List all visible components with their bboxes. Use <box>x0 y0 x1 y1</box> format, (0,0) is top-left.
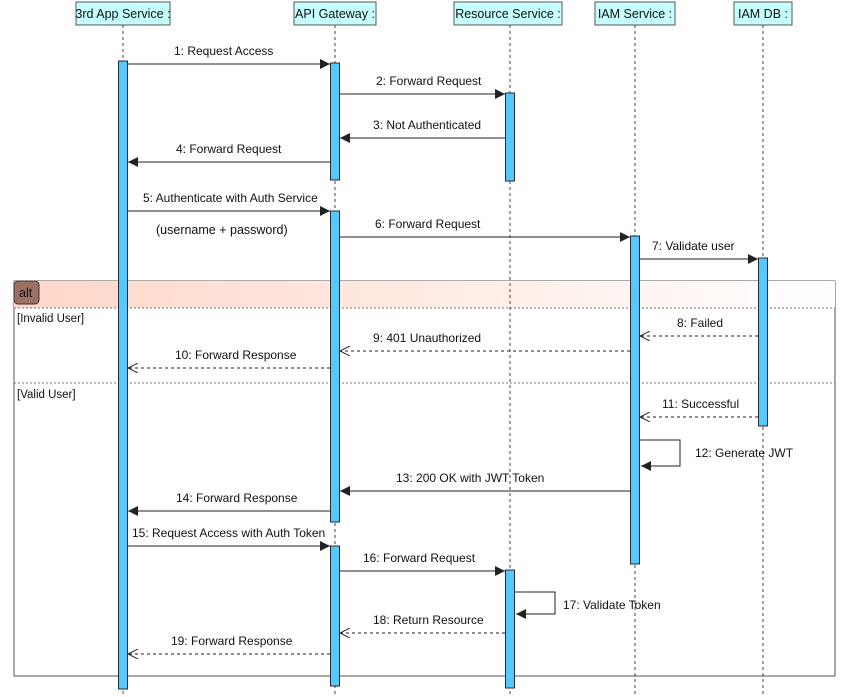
message-18-label: 18: Return Resource <box>373 613 484 627</box>
message-7-label: 7: Validate user <box>652 239 735 253</box>
activation-iam <box>630 235 640 565</box>
message-16-label: 16: Forward Request <box>363 551 476 565</box>
activation-gateway <box>330 545 340 687</box>
activation-iamdb <box>758 257 768 427</box>
activation-gateway <box>330 62 340 181</box>
alt-guard-label: [Invalid User] <box>17 313 84 325</box>
message-19-label: 19: Forward Response <box>171 634 293 648</box>
lifeline-label-iamdb: IAM DB : <box>738 7 788 21</box>
message-3-label: 3: Not Authenticated <box>373 118 481 132</box>
activation-resource <box>505 92 515 182</box>
message-11-label: 11: Successful <box>662 397 739 411</box>
message-9-label: 9: 401 Unauthorized <box>373 331 481 345</box>
activation-gateway <box>330 210 340 523</box>
message-1-label: 1: Request Access <box>174 44 273 58</box>
message-4-label: 4: Forward Request <box>176 142 282 156</box>
alt-operator-label: alt <box>19 286 33 300</box>
message-17-label: 17: Validate Token <box>563 598 661 612</box>
lifeline-label-iam: IAM Service : <box>598 7 672 21</box>
message-12-arrow <box>640 439 681 471</box>
lifeline-label-gateway: API Gateway : <box>295 7 375 21</box>
lifeline-label-app: 3rd App Service : <box>75 7 170 21</box>
activation-resource <box>505 569 515 689</box>
alt-frame-header <box>14 281 835 308</box>
message-17-arrow <box>515 591 556 619</box>
activation-app <box>118 60 128 690</box>
message-5-label: 5: Authenticate with Auth Service <box>143 191 318 205</box>
message-14-label: 14: Forward Response <box>176 491 298 505</box>
sequence-diagram: alt [Invalid User] [Valid User] 3rd App Ser… <box>13 1 836 697</box>
lifeline-label-resource: Resource Service : <box>455 7 561 21</box>
message-6-label: 6: Forward Request <box>375 217 481 231</box>
message-8-label: 8: Failed <box>677 316 723 330</box>
note-credentials: (username + password) <box>156 223 288 237</box>
message-12-label: 12: Generate JWT <box>695 446 794 460</box>
message-2-label: 2: Forward Request <box>376 74 482 88</box>
alt-guard-label: [Valid User] <box>17 389 76 401</box>
message-13-label: 13: 200 OK with JWT Token <box>396 471 544 485</box>
message-10-label: 10: Forward Response <box>175 348 297 362</box>
message-15-label: 15: Request Access with Auth Token <box>132 526 325 540</box>
